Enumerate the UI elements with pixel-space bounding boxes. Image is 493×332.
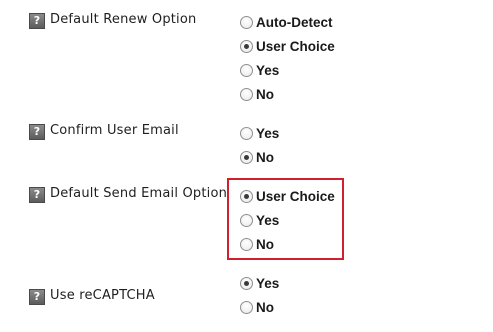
radio-option-user-choice[interactable]: User Choice <box>240 188 335 204</box>
radio-option-label: Yes <box>256 212 280 228</box>
radio-option-auto-detect[interactable]: Auto-Detect <box>240 14 333 30</box>
radio-button[interactable] <box>240 213 253 227</box>
radio-option-yes[interactable]: Yes <box>240 125 279 141</box>
help-icon[interactable]: ? <box>29 13 45 29</box>
setting-label-use-recaptcha: Use reCAPTCHA <box>50 288 155 303</box>
radio-button[interactable] <box>240 87 253 101</box>
radio-button-selected[interactable] <box>240 189 253 203</box>
radio-option-no[interactable]: No <box>240 86 274 102</box>
setting-label-default-send-email-option: Default Send Email Option <box>50 186 228 201</box>
radio-option-yes[interactable]: Yes <box>240 212 279 228</box>
help-icon[interactable]: ? <box>29 124 45 140</box>
radio-button[interactable] <box>240 63 253 77</box>
radio-option-user-choice[interactable]: User Choice <box>240 38 335 54</box>
radio-option-label: Yes <box>256 62 280 78</box>
radio-option-label: No <box>256 236 274 252</box>
radio-option-no[interactable]: No <box>240 149 274 165</box>
radio-option-no[interactable]: No <box>240 236 274 252</box>
radio-button[interactable] <box>240 300 253 314</box>
radio-button-selected[interactable] <box>240 150 253 164</box>
radio-option-label: Yes <box>256 275 280 291</box>
radio-option-label: User Choice <box>256 188 335 204</box>
setting-label-confirm-user-email: Confirm User Email <box>50 123 179 138</box>
radio-button[interactable] <box>240 237 253 251</box>
radio-option-label: Yes <box>256 125 280 141</box>
radio-option-label: User Choice <box>256 38 335 54</box>
radio-option-yes[interactable]: Yes <box>240 62 279 78</box>
radio-option-label: No <box>256 149 274 165</box>
radio-option-label: No <box>256 299 274 315</box>
radio-button[interactable] <box>240 15 253 29</box>
radio-button[interactable] <box>240 126 253 140</box>
radio-option-label: No <box>256 86 274 102</box>
radio-button-selected[interactable] <box>240 39 253 53</box>
radio-option-yes[interactable]: Yes <box>240 275 279 291</box>
help-icon[interactable]: ? <box>29 187 45 203</box>
radio-option-label: Auto-Detect <box>256 14 333 30</box>
setting-label-default-renew-option: Default Renew Option <box>50 12 197 27</box>
radio-button-selected[interactable] <box>240 276 253 290</box>
radio-option-no[interactable]: No <box>240 299 274 315</box>
help-icon[interactable]: ? <box>29 289 45 305</box>
